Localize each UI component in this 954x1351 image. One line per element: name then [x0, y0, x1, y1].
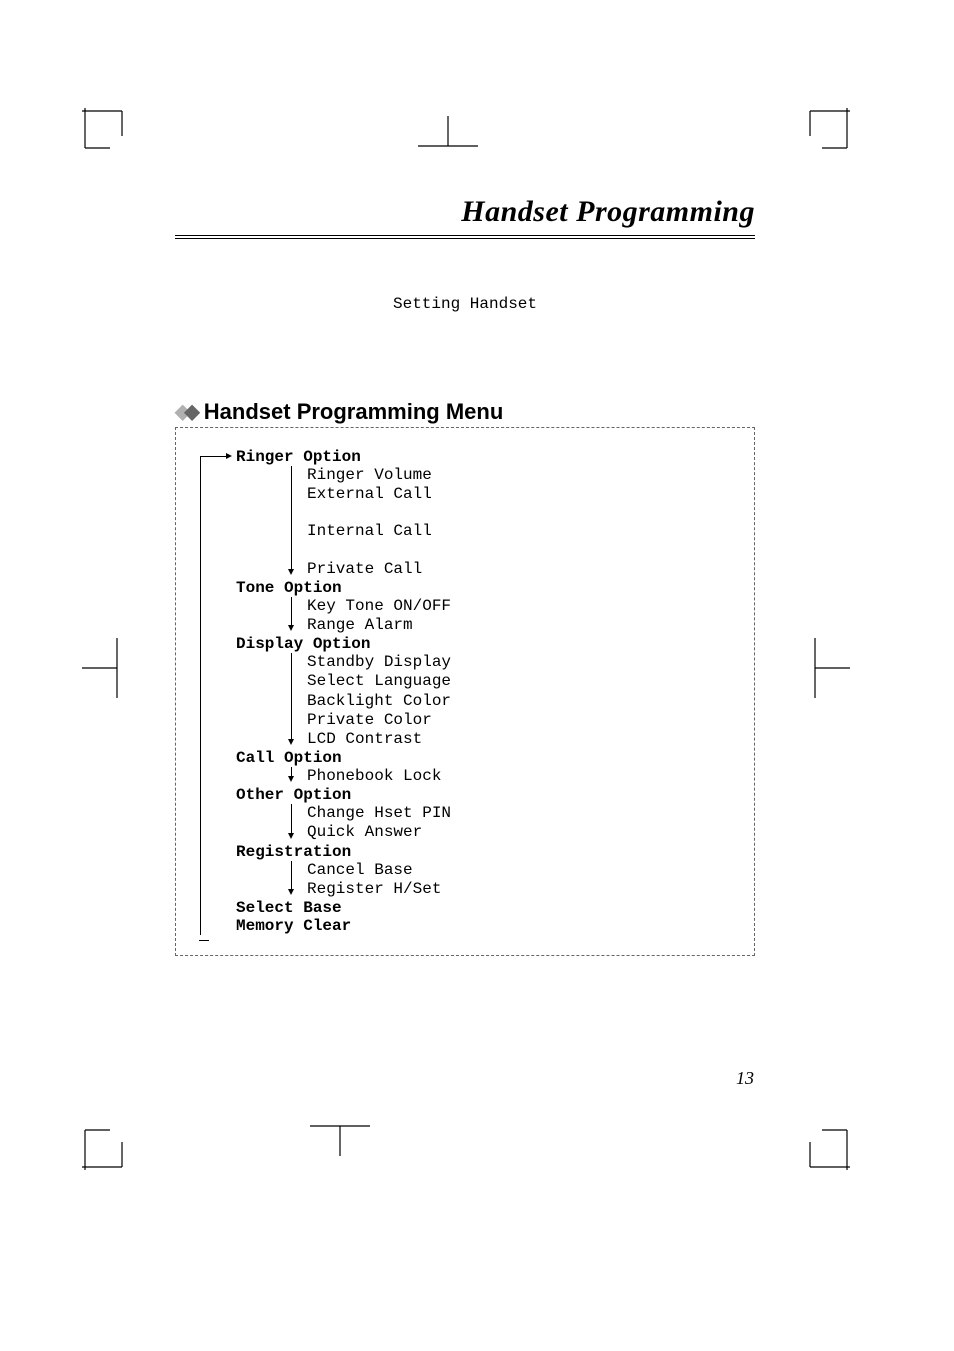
menu-top-call: Call Option [221, 749, 754, 767]
menu-sub-registration: Cancel Base Register H/Set [281, 861, 754, 899]
menu-top-ringer: Ringer Option [221, 448, 754, 466]
menu-box: Ringer Option Ringer Volume External Cal… [175, 427, 755, 956]
menu-item: Ringer Volume [307, 466, 754, 485]
menu-item: External Call [307, 485, 754, 504]
blank-line [307, 542, 754, 560]
arrow-down-icon [288, 889, 294, 895]
menu-item: Select Language [307, 672, 754, 691]
crop-mark-bottom-left [82, 1110, 142, 1170]
arrow-down-icon [288, 625, 294, 631]
menu-sub-ringer: Ringer Volume External Call Internal Cal… [281, 466, 754, 579]
menu-top-memoryclear: Memory Clear [221, 917, 754, 935]
sub-stem [291, 466, 292, 571]
crop-mark-bottom-center [310, 1122, 370, 1156]
sub-stem [291, 861, 292, 891]
crop-mark-bottom-right [790, 1110, 850, 1170]
crop-mark-mid-right [812, 638, 850, 698]
menu-item: LCD Contrast [307, 730, 754, 749]
menu-top-other: Other Option [221, 786, 754, 804]
menu-item: Phonebook Lock [307, 767, 754, 786]
blank-line [307, 504, 754, 522]
menu-top-tone: Tone Option [221, 579, 754, 597]
sub-stem [291, 597, 292, 627]
menu-item: Private Color [307, 711, 754, 730]
menu-tree: Ringer Option Ringer Volume External Cal… [221, 448, 754, 935]
section-header-label: Handset Programming Menu [204, 399, 503, 425]
menu-sub-display: Standby Display Select Language Backligh… [281, 653, 754, 749]
section-header: ◆◆ Handset Programming Menu [175, 399, 755, 425]
menu-item: Backlight Color [307, 692, 754, 711]
menu-top-display: Display Option [221, 635, 754, 653]
breadcrumb: Setting Handset [175, 295, 755, 313]
menu-sub-tone: Key Tone ON/OFF Range Alarm [281, 597, 754, 635]
menu-item: Standby Display [307, 653, 754, 672]
menu-item: Range Alarm [307, 616, 754, 635]
sub-stem [291, 653, 292, 741]
page-title: Handset Programming [175, 195, 755, 239]
menu-item: Private Call [307, 560, 754, 579]
tree-main-stem [200, 456, 201, 935]
menu-sub-call: Phonebook Lock [281, 767, 754, 786]
content-area: Handset Programming Setting Handset ◆◆ H… [175, 195, 755, 956]
arrow-down-icon [288, 776, 294, 782]
page: Handset Programming Setting Handset ◆◆ H… [0, 0, 954, 1351]
menu-top-registration: Registration [221, 843, 754, 861]
crop-mark-top-right [790, 108, 850, 168]
menu-item: Key Tone ON/OFF [307, 597, 754, 616]
crop-mark-top-left [82, 108, 142, 168]
arrow-down-icon [288, 833, 294, 839]
diamond-bullet-icon: ◆◆ [175, 402, 194, 422]
crop-mark-mid-left [82, 638, 120, 698]
menu-sub-other: Change Hset PIN Quick Answer [281, 804, 754, 842]
page-number: 13 [736, 1068, 754, 1089]
arrow-down-icon [288, 739, 294, 745]
menu-item: Internal Call [307, 522, 754, 541]
crop-mark-top-center [418, 116, 478, 150]
menu-top-selectbase: Select Base [221, 899, 754, 917]
menu-item: Cancel Base [307, 861, 754, 880]
tree-main-stem-end [199, 940, 209, 941]
menu-item: Register H/Set [307, 880, 754, 899]
arrow-down-icon [288, 569, 294, 575]
sub-stem [291, 804, 292, 834]
menu-item: Change Hset PIN [307, 804, 754, 823]
menu-item: Quick Answer [307, 823, 754, 842]
